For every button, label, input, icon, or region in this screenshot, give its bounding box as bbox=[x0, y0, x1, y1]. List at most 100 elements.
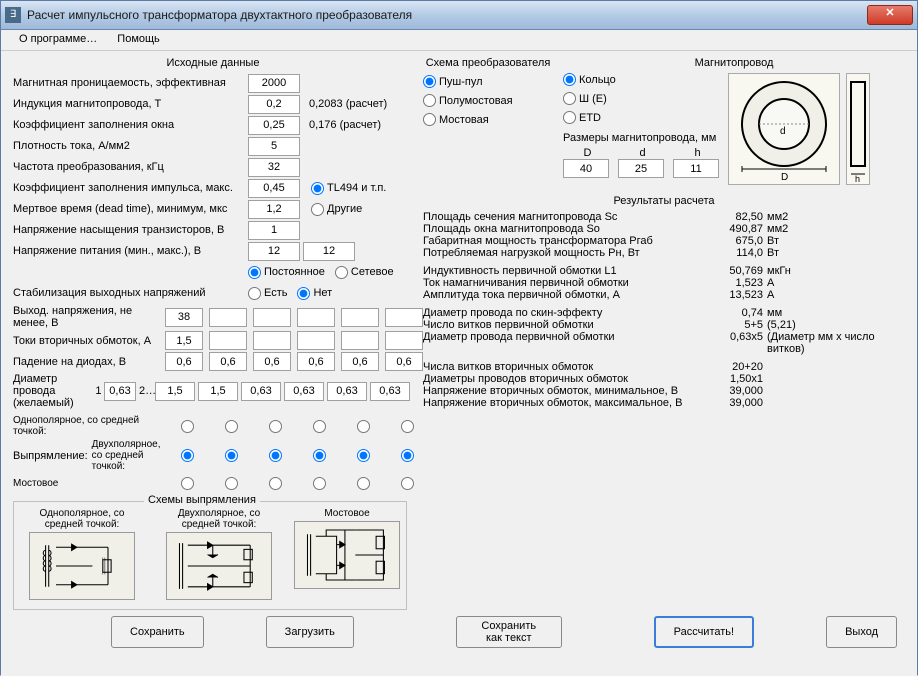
induction-input[interactable] bbox=[248, 95, 300, 114]
dead-input[interactable] bbox=[248, 200, 300, 219]
vdrop-1[interactable] bbox=[165, 352, 203, 371]
core-ring-radio[interactable] bbox=[563, 73, 576, 86]
wire-prefix2: 2… bbox=[139, 385, 155, 397]
rect1-c5[interactable] bbox=[357, 420, 370, 433]
close-icon[interactable]: ✕ bbox=[867, 5, 913, 25]
duty-other-label: Другие bbox=[327, 203, 362, 215]
vsat-input[interactable] bbox=[248, 221, 300, 240]
r10-extra: (Диаметр мм x число витков) bbox=[767, 331, 905, 355]
duty-input[interactable] bbox=[248, 179, 300, 198]
rect2-c2[interactable] bbox=[225, 449, 238, 462]
load-button[interactable]: Загрузить bbox=[266, 616, 354, 648]
vdrop-5[interactable] bbox=[341, 352, 379, 371]
rect1-c6[interactable] bbox=[401, 420, 414, 433]
vdrop-4[interactable] bbox=[297, 352, 335, 371]
vout-6[interactable] bbox=[385, 308, 423, 327]
calc-button[interactable]: Рассчитать! bbox=[654, 616, 754, 648]
freq-input[interactable] bbox=[248, 158, 300, 177]
freq-label: Частота преобразования, кГц bbox=[13, 161, 248, 173]
vout-2[interactable] bbox=[209, 308, 247, 327]
wire-2[interactable] bbox=[198, 382, 238, 401]
rect-opt2-label: Двухполярное, со средней точкой: bbox=[92, 439, 163, 472]
r4-unit: Вт bbox=[767, 247, 807, 259]
r1-unit: мм2 bbox=[767, 211, 807, 223]
wire-6[interactable] bbox=[370, 382, 410, 401]
dim-d-input[interactable] bbox=[618, 159, 664, 178]
vout-5[interactable] bbox=[341, 308, 379, 327]
density-label: Плотность тока, А/мм2 bbox=[13, 140, 248, 152]
core-etd-label: ETD bbox=[579, 112, 601, 124]
iout-6[interactable] bbox=[385, 331, 423, 350]
r1-val: 82,50 bbox=[703, 211, 767, 223]
vin-label: Напряжение питания (мин., макс.), В bbox=[13, 245, 248, 257]
vin-max-input[interactable] bbox=[303, 242, 355, 261]
rect3-c3[interactable] bbox=[269, 477, 282, 490]
iout-1[interactable] bbox=[165, 331, 203, 350]
dim-D-input[interactable] bbox=[563, 159, 609, 178]
r6-unit: А bbox=[767, 277, 807, 289]
iout-3[interactable] bbox=[253, 331, 291, 350]
vout-1[interactable] bbox=[165, 308, 203, 327]
induction-label: Индукция магнитопровода, Т bbox=[13, 98, 248, 110]
vout-4[interactable] bbox=[297, 308, 335, 327]
vout-3[interactable] bbox=[253, 308, 291, 327]
supply-ac-radio[interactable] bbox=[335, 266, 348, 279]
stab-no-radio[interactable] bbox=[297, 287, 310, 300]
rect2-c1[interactable] bbox=[181, 449, 194, 462]
rect3-c6[interactable] bbox=[401, 477, 414, 490]
savetext-button[interactable]: Сохранить как текст bbox=[456, 616, 562, 648]
conv-pushpull-radio[interactable] bbox=[423, 75, 436, 88]
rect3-c1[interactable] bbox=[181, 477, 194, 490]
vin-min-input[interactable] bbox=[248, 242, 300, 261]
rect3-c2[interactable] bbox=[225, 477, 238, 490]
vdrop-3[interactable] bbox=[253, 352, 291, 371]
stab-yes-radio[interactable] bbox=[248, 287, 261, 300]
duty-tl494-radio[interactable] bbox=[311, 182, 324, 195]
save-button[interactable]: Сохранить bbox=[111, 616, 204, 648]
rect2-c6[interactable] bbox=[401, 449, 414, 462]
supply-dc-radio[interactable] bbox=[248, 266, 261, 279]
r8-label: Диаметр провода по скин-эффекту bbox=[423, 307, 703, 319]
exit-button[interactable]: Выход bbox=[826, 616, 897, 648]
vdrop-6[interactable] bbox=[385, 352, 423, 371]
r6-val: 1,523 bbox=[703, 277, 767, 289]
core-e-radio[interactable] bbox=[563, 92, 576, 105]
perm-input[interactable] bbox=[248, 74, 300, 93]
menu-help[interactable]: Помощь bbox=[107, 30, 170, 50]
svg-text:D: D bbox=[781, 172, 788, 183]
rect2-c4[interactable] bbox=[313, 449, 326, 462]
iout-4[interactable] bbox=[297, 331, 335, 350]
rect1-c3[interactable] bbox=[269, 420, 282, 433]
vdrop-2[interactable] bbox=[209, 352, 247, 371]
stab-label: Стабилизация выходных напряжений bbox=[13, 287, 248, 299]
titlebar: ∃ Расчет импульсного трансформатора двух… bbox=[1, 1, 917, 30]
app-icon: ∃ bbox=[5, 7, 21, 23]
iout-2[interactable] bbox=[209, 331, 247, 350]
iout-5[interactable] bbox=[341, 331, 379, 350]
rect1-c2[interactable] bbox=[225, 420, 238, 433]
wire-1[interactable] bbox=[155, 382, 195, 401]
conv-bridge-radio[interactable] bbox=[423, 113, 436, 126]
menu-about[interactable]: О программе… bbox=[9, 30, 107, 50]
wire-4[interactable] bbox=[284, 382, 324, 401]
core-etd-radio[interactable] bbox=[563, 111, 576, 124]
conv-halfbridge-radio[interactable] bbox=[423, 94, 436, 107]
rect2-c5[interactable] bbox=[357, 449, 370, 462]
rect1-c1[interactable] bbox=[181, 420, 194, 433]
rect2-c3[interactable] bbox=[269, 449, 282, 462]
r10-label: Диаметр провода первичной обмотки bbox=[423, 331, 703, 355]
induction-calc: 0,2083 (расчет) bbox=[309, 98, 387, 110]
fillwin-input[interactable] bbox=[248, 116, 300, 135]
rect1-c4[interactable] bbox=[313, 420, 326, 433]
duty-other-radio[interactable] bbox=[311, 203, 324, 216]
density-input[interactable] bbox=[248, 137, 300, 156]
r3-val: 675,0 bbox=[703, 235, 767, 247]
rect3-c4[interactable] bbox=[313, 477, 326, 490]
r7-label: Амплитуда тока первичной обмотки, А bbox=[423, 289, 703, 301]
dim-h-input[interactable] bbox=[673, 159, 719, 178]
rect3-c5[interactable] bbox=[357, 477, 370, 490]
wire-prim[interactable] bbox=[104, 382, 136, 401]
r3-unit: Вт bbox=[767, 235, 807, 247]
wire-3[interactable] bbox=[241, 382, 281, 401]
wire-5[interactable] bbox=[327, 382, 367, 401]
